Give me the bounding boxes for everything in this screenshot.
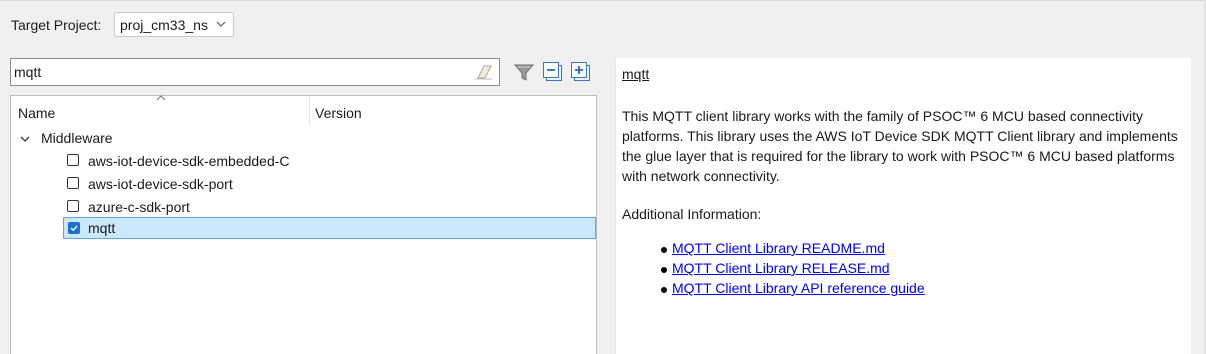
search-input[interactable] [14,61,464,83]
filter-icon[interactable] [513,61,535,83]
target-project-label: Target Project: [11,17,102,33]
sort-ascending-icon[interactable] [156,94,166,101]
column-separator[interactable] [309,96,310,126]
chevron-down-icon [216,21,226,27]
tree-item-label: aws-iot-device-sdk-port [88,176,233,192]
chevron-down-icon[interactable] [19,133,31,145]
item-checkbox[interactable] [67,177,79,189]
library-tree: Name Version Middleware aws-iot-device-s… [10,95,597,354]
tree-header: Name Version [11,94,596,126]
tree-item[interactable]: aws-iot-device-sdk-embedded-C [67,150,367,172]
column-header-version[interactable]: Version [315,105,362,121]
eraser-icon[interactable] [473,63,493,81]
readme-link[interactable]: MQTT Client Library README.md [672,240,885,256]
tree-item[interactable]: aws-iot-device-sdk-port [67,173,367,195]
bullet [661,287,667,293]
api-reference-link[interactable]: MQTT Client Library API reference guide [672,280,925,296]
item-checkbox-checked[interactable] [68,222,80,234]
description-panel: mqtt This MQTT client library works with… [615,58,1191,354]
target-project-select[interactable]: proj_cm33_ns [114,12,234,37]
additional-info-label: Additional Information: [622,206,762,222]
tree-item-label: mqtt [88,220,116,236]
bullet [661,247,667,253]
description-title: mqtt [622,66,650,82]
bullet [661,267,667,273]
tree-item[interactable]: azure-c-sdk-port [67,196,367,218]
tree-item-label: aws-iot-device-sdk-embedded-C [88,153,290,169]
tree-item-label: azure-c-sdk-port [88,199,190,215]
expand-all-icon[interactable] [570,61,592,83]
item-checkbox[interactable] [67,154,79,166]
checkmark-icon [70,225,78,232]
description-body: This MQTT client library works with the … [622,108,1178,184]
column-header-name[interactable]: Name [18,105,55,121]
search-box [10,58,500,86]
collapse-all-icon[interactable] [542,61,564,83]
item-checkbox[interactable] [67,200,79,212]
target-project-value: proj_cm33_ns [120,17,208,33]
tree-item-selected[interactable]: mqtt [63,217,596,239]
top-border [0,0,1206,1]
release-link[interactable]: MQTT Client Library RELEASE.md [672,260,890,276]
tree-group-middleware[interactable]: Middleware [41,130,113,146]
